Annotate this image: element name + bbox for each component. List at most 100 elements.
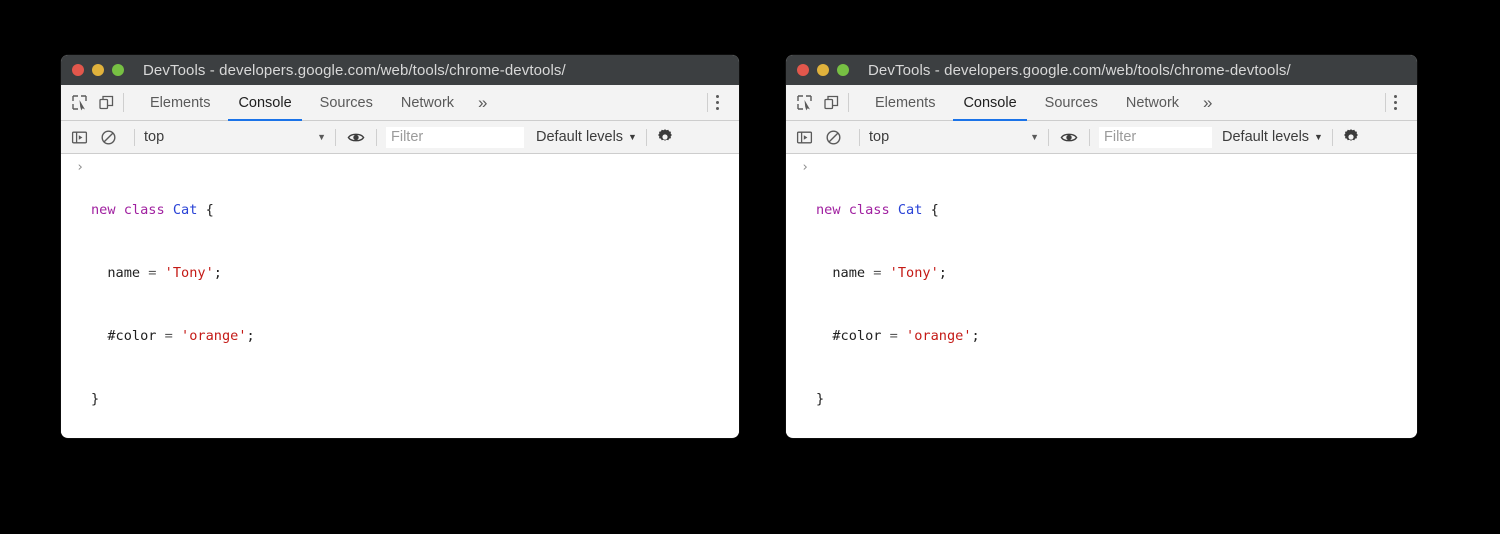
code-line: } (816, 391, 825, 407)
screenshot-stage: DevTools - developers.google.com/web/too… (0, 0, 1500, 534)
kebab-menu-icon[interactable] (708, 95, 727, 110)
filterbar-divider-3 (1089, 128, 1090, 146)
titlebar-right[interactable]: DevTools - developers.google.com/web/too… (786, 55, 1417, 85)
window-title: DevTools - developers.google.com/web/too… (143, 61, 566, 79)
console-input-code: new class Cat { name = 'Tony'; #color = … (61, 158, 739, 438)
input-prompt-arrow: › (801, 160, 809, 175)
kebab-menu-icon[interactable] (1386, 95, 1405, 110)
code-line: #color = 'orange'; (91, 328, 255, 344)
tab-network[interactable]: Network (1112, 85, 1193, 120)
chevron-down-icon: ▼ (628, 132, 637, 142)
code-line: new class Cat { (816, 202, 939, 218)
code-line: new class Cat { (91, 202, 214, 218)
tab-elements[interactable]: Elements (861, 85, 949, 120)
console-input-message[interactable]: › new class Cat { name = 'Tony'; #color … (786, 154, 1417, 438)
zoom-button[interactable] (837, 64, 849, 76)
close-button[interactable] (797, 64, 809, 76)
tabbar-spacer (1223, 85, 1385, 120)
tab-console[interactable]: Console (224, 85, 305, 121)
console-sidebar-icon[interactable] (796, 129, 813, 146)
execution-context-label: top (144, 129, 165, 145)
traffic-lights (72, 64, 124, 76)
window-title: DevTools - developers.google.com/web/too… (868, 61, 1291, 79)
minimize-button[interactable] (92, 64, 104, 76)
chevron-down-icon: ▼ (1030, 132, 1039, 142)
chevron-double-right-icon: » (1203, 92, 1213, 112)
code-line: name = 'Tony'; (91, 265, 222, 281)
inspect-element-icon[interactable] (71, 94, 88, 111)
console-output-right[interactable]: › new class Cat { name = 'Tony'; #color … (786, 154, 1417, 437)
tab-label: Network (1125, 94, 1180, 111)
log-levels-dropdown[interactable]: Default levels ▼ (1222, 129, 1323, 145)
devtools-window-right: DevTools - developers.google.com/web/too… (786, 55, 1417, 438)
console-sidebar-icon[interactable] (71, 129, 88, 146)
filter-input[interactable]: Filter (1099, 126, 1212, 148)
log-levels-label: Default levels (1222, 129, 1310, 145)
code-line: name = 'Tony'; (816, 265, 947, 281)
filter-input[interactable]: Filter (386, 126, 524, 148)
execution-context-label: top (869, 129, 890, 145)
filterbar-divider-4 (645, 128, 647, 146)
console-input-message[interactable]: › new class Cat { name = 'Tony'; #color … (61, 154, 739, 438)
live-expression-eye-icon[interactable] (1058, 129, 1080, 146)
tab-console[interactable]: Console (949, 85, 1030, 121)
device-toolbar-icon[interactable] (98, 94, 115, 111)
inspect-element-icon[interactable] (796, 94, 813, 111)
tabbar-tool-icons (61, 85, 123, 120)
panel-tabs: Elements Console Sources Network » (849, 85, 1223, 121)
console-input-code: new class Cat { name = 'Tony'; #color = … (786, 158, 1417, 438)
device-toolbar-icon[interactable] (823, 94, 840, 111)
clear-console-icon[interactable] (825, 129, 842, 146)
close-button[interactable] (72, 64, 84, 76)
tabbar-right (1386, 85, 1417, 120)
code-line: } (91, 391, 100, 407)
tab-label: Elements (150, 94, 211, 111)
console-filterbar: top ▼ Filter Default levels ▼ (61, 121, 739, 154)
code-line: #color = 'orange'; (816, 328, 980, 344)
input-prompt-arrow: › (76, 160, 84, 175)
filterbar-divider-4 (1331, 128, 1333, 146)
log-levels-dropdown[interactable]: Default levels ▼ (536, 129, 637, 145)
devtools-tabbar: Elements Console Sources Network » (786, 85, 1417, 121)
filterbar-divider-2 (335, 128, 336, 146)
tab-sources[interactable]: Sources (306, 85, 387, 120)
tab-network[interactable]: Network (387, 85, 468, 120)
more-tabs-button[interactable]: » (468, 85, 497, 120)
execution-context-selector[interactable]: top ▼ (869, 129, 1039, 145)
tab-label: Elements (875, 94, 936, 111)
filter-placeholder: Filter (1104, 129, 1137, 145)
chevron-down-icon: ▼ (1314, 132, 1323, 142)
filterbar-divider-2 (1048, 128, 1049, 146)
execution-context-selector[interactable]: top ▼ (144, 129, 326, 145)
titlebar-left[interactable]: DevTools - developers.google.com/web/too… (61, 55, 739, 85)
tab-label: Network (400, 94, 455, 111)
filterbar-divider-1 (134, 128, 135, 146)
filterbar-icons (71, 129, 125, 146)
tab-label: Console (238, 94, 292, 111)
tab-label: Sources (1044, 94, 1098, 111)
tabbar-right (708, 85, 739, 120)
panel-tabs: Elements Console Sources Network » (124, 85, 498, 121)
devtools-tabbar: Elements Console Sources Network » (61, 85, 739, 121)
console-output-left[interactable]: › new class Cat { name = 'Tony'; #color … (61, 154, 739, 437)
tab-sources[interactable]: Sources (1031, 85, 1112, 120)
more-tabs-button[interactable]: » (1193, 85, 1222, 120)
traffic-lights (797, 64, 849, 76)
tabbar-tool-icons (786, 85, 848, 120)
filter-placeholder: Filter (391, 129, 424, 145)
settings-gear-icon[interactable] (1342, 128, 1360, 146)
devtools-window-left: DevTools - developers.google.com/web/too… (61, 55, 739, 438)
filterbar-divider-1 (859, 128, 860, 146)
zoom-button[interactable] (112, 64, 124, 76)
chevron-down-icon: ▼ (317, 132, 326, 142)
tab-label: Console (963, 94, 1017, 111)
console-filterbar: top ▼ Filter Default levels ▼ (786, 121, 1417, 154)
tab-elements[interactable]: Elements (136, 85, 224, 120)
live-expression-eye-icon[interactable] (345, 129, 367, 146)
filterbar-icons (796, 129, 850, 146)
clear-console-icon[interactable] (100, 129, 117, 146)
settings-gear-icon[interactable] (656, 128, 674, 146)
filterbar-divider-3 (376, 128, 377, 146)
tab-label: Sources (319, 94, 373, 111)
minimize-button[interactable] (817, 64, 829, 76)
